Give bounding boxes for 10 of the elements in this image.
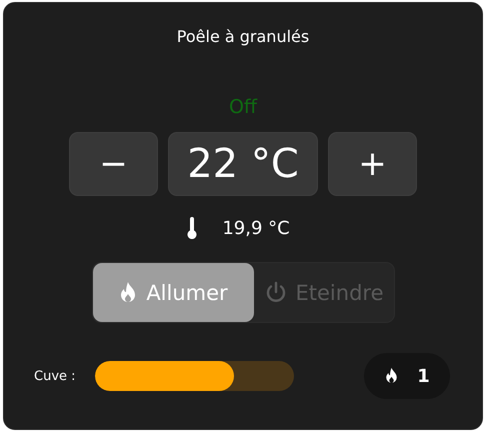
increase-button[interactable]: + xyxy=(328,132,417,196)
setpoint-display: 22 °C xyxy=(168,132,318,196)
card-title: Poêle à granulés xyxy=(176,27,310,48)
tank-label: Cuve : xyxy=(34,368,77,384)
thermometer-icon xyxy=(186,216,198,240)
flame-icon xyxy=(384,367,400,385)
status-text: Off xyxy=(228,96,258,120)
decrease-button[interactable]: − xyxy=(69,132,158,196)
power-level-value: 1 xyxy=(417,366,430,386)
current-temperature: 19,9 °C xyxy=(222,218,290,238)
